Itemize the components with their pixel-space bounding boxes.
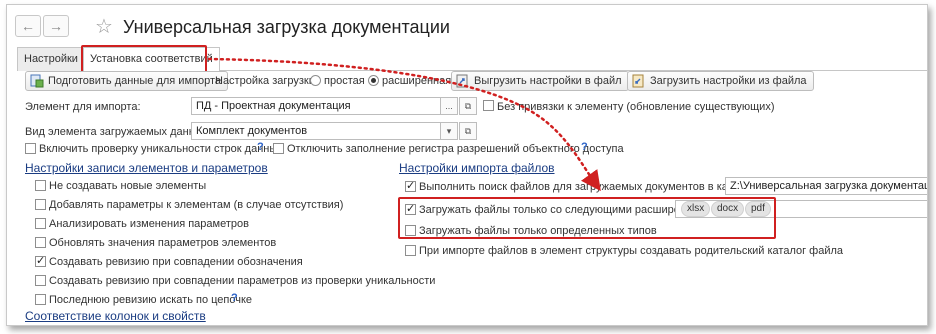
main-window: ← → ☆ Универсальная загрузка документаци… (6, 4, 928, 326)
annotation-arrow (207, 57, 601, 192)
